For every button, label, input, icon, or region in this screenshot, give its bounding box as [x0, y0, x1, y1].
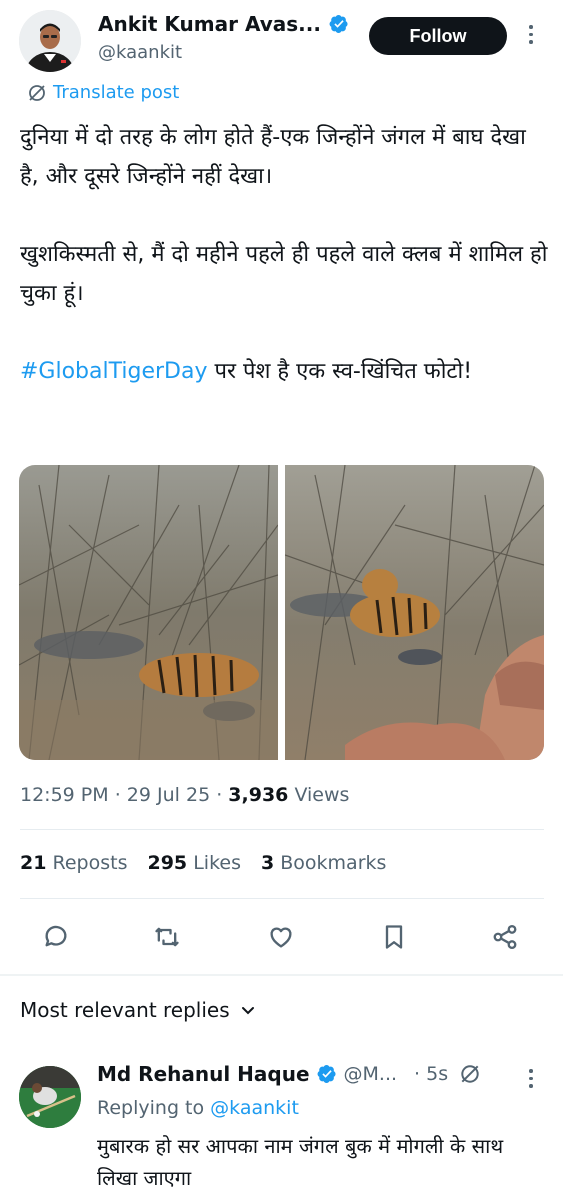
section-separator: [0, 974, 563, 976]
translate-post-link[interactable]: Translate post: [27, 82, 179, 103]
post-paragraph-2: खुशकिस्मती से, मैं दो महीने पहले ही पहले…: [20, 242, 548, 306]
translate-icon[interactable]: [459, 1063, 481, 1085]
reply-time[interactable]: · 5s: [414, 1063, 448, 1085]
post-metadata: 12:59 PM · 29 Jul 25 · 3,936 Views: [20, 784, 350, 806]
like-icon[interactable]: [263, 919, 299, 955]
divider: [20, 829, 544, 830]
post-paragraph-3-rest: पर पेश है एक स्व-खिंचित फोटो!: [207, 359, 473, 384]
verified-badge-icon: [317, 1065, 336, 1083]
post-paragraph-3: #GlobalTigerDay पर पेश है एक स्व-खिंचित …: [20, 352, 550, 391]
tiger-photo-2[interactable]: [285, 465, 544, 760]
bookmarks-label: Bookmarks: [280, 852, 387, 874]
reply-header: Md Rehanul Haque @M... · 5s: [97, 1062, 481, 1086]
views-label: Views: [294, 784, 350, 806]
engagement-stats: 21 Reposts 295 Likes 3 Bookmarks: [20, 852, 386, 874]
replying-to: Replying to @kaankit: [97, 1097, 299, 1119]
share-icon[interactable]: [487, 919, 523, 955]
reposts-count: 21: [20, 852, 47, 874]
hashtag-link[interactable]: #GlobalTigerDay: [20, 359, 207, 384]
reposts-stat[interactable]: 21 Reposts: [20, 852, 127, 874]
verified-badge-icon: [329, 15, 348, 33]
post-text: दुनिया में दो तरह के लोग होते हैं-एक जिन…: [20, 118, 550, 391]
follow-button[interactable]: Follow: [369, 17, 507, 55]
likes-count: 295: [147, 852, 188, 874]
replying-prefix: Replying to: [97, 1097, 205, 1119]
likes-stat[interactable]: 295 Likes: [147, 852, 241, 874]
chevron-down-icon: [241, 1007, 254, 1015]
reply-more-options-icon[interactable]: [529, 1069, 533, 1088]
author-handle[interactable]: @kaankit: [98, 42, 182, 63]
repost-icon[interactable]: [149, 919, 185, 955]
bookmarks-count: 3: [260, 852, 275, 874]
reply-author-name[interactable]: Md Rehanul Haque: [97, 1062, 310, 1086]
translate-icon: [29, 84, 45, 101]
reply-avatar[interactable]: [19, 1066, 81, 1128]
more-options-icon[interactable]: [529, 25, 533, 44]
bookmarks-stat[interactable]: 3 Bookmarks: [261, 852, 386, 874]
replies-sort-dropdown[interactable]: Most relevant replies: [20, 998, 256, 1022]
reply-text: मुबारक हो सर आपका नाम जंगल बुक में मोगली…: [97, 1134, 504, 1190]
reply-author-handle[interactable]: @M...: [344, 1063, 398, 1085]
reposts-label: Reposts: [52, 852, 128, 874]
tiger-photo-1[interactable]: [19, 465, 278, 760]
replying-to-handle[interactable]: @kaankit: [210, 1097, 299, 1119]
post-date[interactable]: 29 Jul 25: [127, 784, 210, 806]
author-avatar[interactable]: [19, 10, 81, 72]
author-name-row: Ankit Kumar Avas...: [98, 12, 349, 36]
post-media-grid: [19, 465, 544, 760]
post-paragraph-1: दुनिया में दो तरह के लोग होते हैं-एक जिन…: [20, 125, 526, 189]
bookmark-icon[interactable]: [376, 919, 412, 955]
author-name[interactable]: Ankit Kumar Avas...: [98, 12, 321, 36]
reply-icon[interactable]: [38, 919, 74, 955]
views-count: 3,936: [228, 784, 289, 806]
likes-label: Likes: [193, 852, 241, 874]
replies-header-label: Most relevant replies: [20, 998, 230, 1022]
post-time[interactable]: 12:59 PM: [20, 784, 109, 806]
translate-post-label: Translate post: [53, 82, 180, 103]
divider: [20, 898, 544, 899]
